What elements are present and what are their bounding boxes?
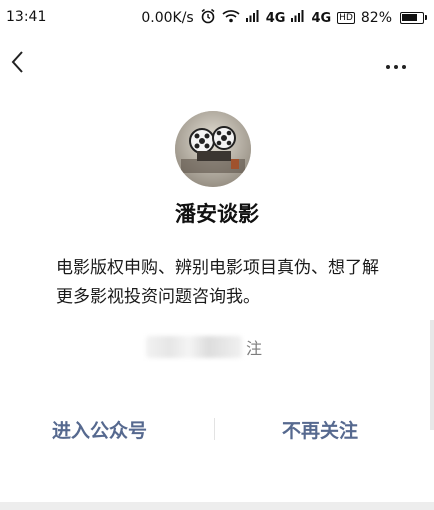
network-type-1: 4G <box>265 10 286 26</box>
chevron-left-icon <box>11 51 23 73</box>
action-bar: 进入公众号 不再关注 <box>0 410 434 450</box>
avatar <box>175 111 251 187</box>
signal-icon <box>291 10 305 26</box>
net-speed: 0.00K/s <box>141 10 194 26</box>
more-dots-icon <box>402 65 406 69</box>
side-edge <box>430 320 434 430</box>
account-description: 电影版权申购、辨别电影项目真伪、想了解更多影视投资问题咨询我。 <box>56 258 379 307</box>
status-right: 0.00K/s 4G 4G HD 82% <box>141 8 427 28</box>
status-bar: 13:41 0.00K/s 4G 4G HD 82% <box>0 0 434 36</box>
alarm-icon <box>200 8 216 28</box>
blurred-text <box>146 336 242 358</box>
more-dots-icon <box>386 65 390 69</box>
follow-note: 注 <box>246 339 263 358</box>
more-dots-icon <box>394 65 398 69</box>
divider <box>214 418 215 440</box>
wifi-icon <box>222 9 240 27</box>
signal-icon <box>245 10 260 26</box>
status-time: 13:41 <box>6 9 47 25</box>
network-type-2: 4G <box>311 10 332 26</box>
follow-meta: 注 <box>146 334 262 360</box>
battery-icon <box>400 12 427 24</box>
avatar-image <box>175 111 251 187</box>
battery-fill <box>402 14 417 21</box>
more-button[interactable] <box>386 54 412 70</box>
back-button[interactable] <box>8 48 30 76</box>
hd-badge: HD <box>337 12 355 24</box>
enter-account-button[interactable]: 进入公众号 <box>52 416 147 443</box>
unfollow-button[interactable]: 不再关注 <box>282 416 358 443</box>
account-name: 潘安谈影 <box>175 202 259 226</box>
battery-percent: 82% <box>360 10 392 26</box>
bottom-edge <box>0 502 434 510</box>
